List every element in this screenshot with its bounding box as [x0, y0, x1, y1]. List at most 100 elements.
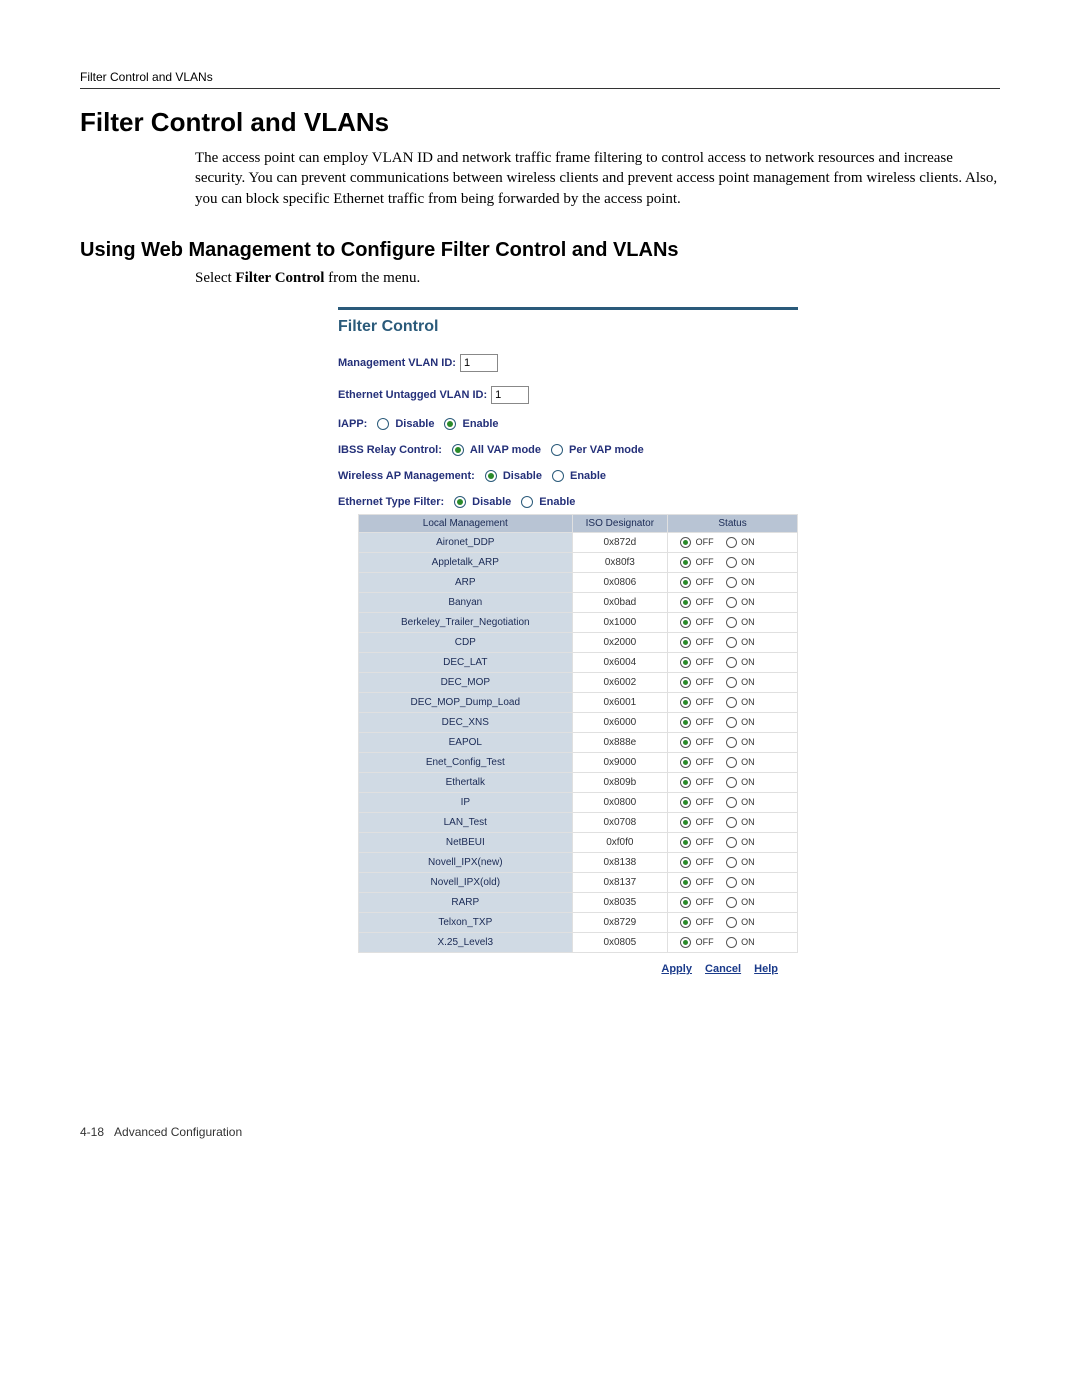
table-row: Appletalk_ARP0x80f3 OFF ON [359, 552, 798, 572]
filter-control-panel: Filter Control Management VLAN ID: Ether… [338, 307, 798, 975]
table-row: LAN_Test0x0708 OFF ON [359, 812, 798, 832]
iapp-row: IAPP: Disable Enable [338, 418, 798, 430]
table-row: IP0x0800 OFF ON [359, 792, 798, 812]
status-off-radio[interactable] [680, 617, 691, 628]
row-name: IP [359, 792, 573, 812]
help-link[interactable]: Help [754, 963, 778, 975]
apply-link[interactable]: Apply [661, 963, 692, 975]
status-on-radio[interactable] [726, 837, 737, 848]
ibss-all-radio[interactable] [452, 444, 464, 456]
etf-enable-radio[interactable] [521, 496, 533, 508]
status-on-radio[interactable] [726, 677, 737, 688]
status-on-radio[interactable] [726, 697, 737, 708]
row-iso: 0x6002 [572, 672, 668, 692]
status-on-radio[interactable] [726, 757, 737, 768]
status-on-radio[interactable] [726, 857, 737, 868]
wap-label: Wireless AP Management: [338, 470, 475, 482]
status-on-label: ON [739, 657, 755, 667]
status-on-radio[interactable] [726, 557, 737, 568]
row-name: Appletalk_ARP [359, 552, 573, 572]
status-off-radio[interactable] [680, 917, 691, 928]
row-status: OFF ON [668, 772, 798, 792]
row-status: OFF ON [668, 532, 798, 552]
status-on-radio[interactable] [726, 817, 737, 828]
status-off-radio[interactable] [680, 557, 691, 568]
status-on-radio[interactable] [726, 897, 737, 908]
sub-intro-suffix: from the menu. [324, 270, 420, 286]
row-name: EAPOL [359, 732, 573, 752]
eth-untag-row: Ethernet Untagged VLAN ID: [338, 386, 798, 404]
row-iso: 0x888e [572, 732, 668, 752]
mgmt-vlan-input[interactable] [460, 354, 498, 372]
status-on-label: ON [739, 797, 755, 807]
status-on-label: ON [739, 737, 755, 747]
row-iso: 0x6000 [572, 712, 668, 732]
iapp-label: IAPP: [338, 418, 367, 430]
status-on-radio[interactable] [726, 877, 737, 888]
row-status: OFF ON [668, 732, 798, 752]
status-off-label: OFF [693, 617, 714, 627]
row-status: OFF ON [668, 632, 798, 652]
status-on-label: ON [739, 937, 755, 947]
status-off-radio[interactable] [680, 677, 691, 688]
row-iso: 0x2000 [572, 632, 668, 652]
status-on-radio[interactable] [726, 717, 737, 728]
status-on-label: ON [739, 757, 755, 767]
status-on-radio[interactable] [726, 577, 737, 588]
status-off-radio[interactable] [680, 597, 691, 608]
wap-disable-radio[interactable] [485, 470, 497, 482]
status-on-label: ON [739, 897, 755, 907]
cancel-link[interactable]: Cancel [705, 963, 741, 975]
iapp-enable-radio[interactable] [444, 418, 456, 430]
action-links: Apply Cancel Help [338, 963, 778, 975]
row-iso: 0x6004 [572, 652, 668, 672]
status-off-radio[interactable] [680, 537, 691, 548]
status-off-radio[interactable] [680, 737, 691, 748]
status-on-radio[interactable] [726, 657, 737, 668]
status-on-radio[interactable] [726, 917, 737, 928]
status-off-radio[interactable] [680, 637, 691, 648]
status-off-radio[interactable] [680, 937, 691, 948]
row-status: OFF ON [668, 932, 798, 952]
status-off-radio[interactable] [680, 817, 691, 828]
etf-disable-radio[interactable] [454, 496, 466, 508]
wap-enable-radio[interactable] [552, 470, 564, 482]
ibss-per-radio[interactable] [551, 444, 563, 456]
status-on-radio[interactable] [726, 777, 737, 788]
status-off-radio[interactable] [680, 577, 691, 588]
status-on-label: ON [739, 677, 755, 687]
status-off-radio[interactable] [680, 877, 691, 888]
status-off-radio[interactable] [680, 697, 691, 708]
status-on-radio[interactable] [726, 797, 737, 808]
table-row: NetBEUI0xf0f0 OFF ON [359, 832, 798, 852]
status-on-radio[interactable] [726, 737, 737, 748]
status-off-label: OFF [693, 897, 714, 907]
status-on-radio[interactable] [726, 617, 737, 628]
status-off-label: OFF [693, 537, 714, 547]
row-iso: 0x0708 [572, 812, 668, 832]
status-on-radio[interactable] [726, 537, 737, 548]
status-off-radio[interactable] [680, 897, 691, 908]
status-off-label: OFF [693, 677, 714, 687]
wap-row: Wireless AP Management: Disable Enable [338, 470, 798, 482]
page-title: Filter Control and VLANs [80, 107, 1000, 138]
eth-untag-input[interactable] [491, 386, 529, 404]
status-off-label: OFF [693, 757, 714, 767]
status-off-radio[interactable] [680, 857, 691, 868]
iapp-disable-radio[interactable] [377, 418, 389, 430]
status-off-label: OFF [693, 877, 714, 887]
status-on-radio[interactable] [726, 937, 737, 948]
row-name: Enet_Config_Test [359, 752, 573, 772]
status-off-radio[interactable] [680, 837, 691, 848]
status-off-radio[interactable] [680, 757, 691, 768]
status-off-radio[interactable] [680, 797, 691, 808]
row-name: Berkeley_Trailer_Negotiation [359, 612, 573, 632]
ibss-label: IBSS Relay Control: [338, 444, 442, 456]
status-on-radio[interactable] [726, 637, 737, 648]
status-on-radio[interactable] [726, 597, 737, 608]
running-header: Filter Control and VLANs [80, 70, 1000, 89]
status-off-radio[interactable] [680, 657, 691, 668]
status-off-radio[interactable] [680, 777, 691, 788]
status-off-radio[interactable] [680, 717, 691, 728]
status-off-label: OFF [693, 797, 714, 807]
